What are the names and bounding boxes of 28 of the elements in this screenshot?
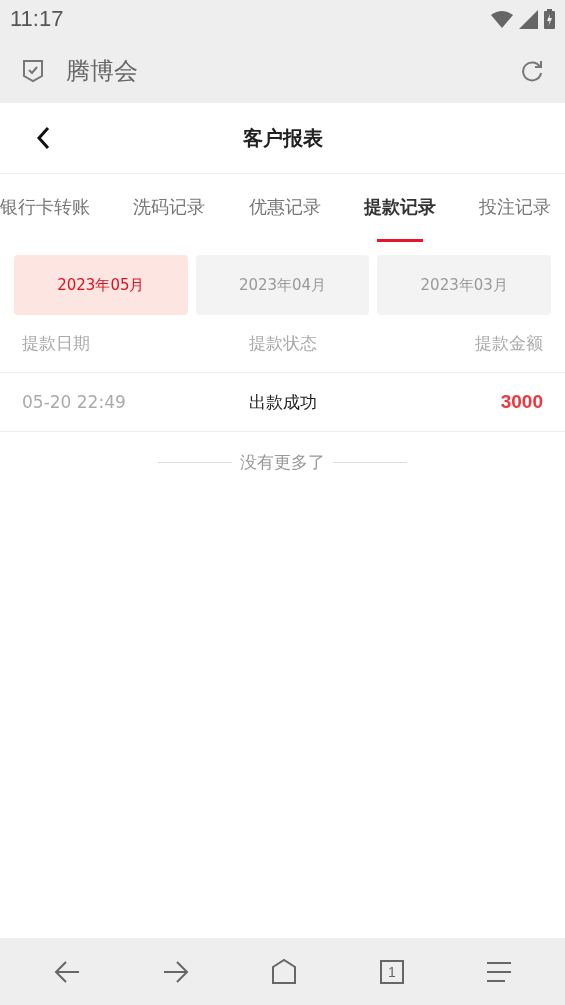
tab[interactable]: 洗码记录: [133, 172, 206, 244]
menu-icon[interactable]: [487, 961, 512, 982]
wifi-icon: [491, 10, 513, 28]
table-cell: 出款成功: [248, 390, 317, 414]
home-icon[interactable]: [272, 959, 297, 984]
back-arrow-icon[interactable]: [53, 959, 80, 984]
tab[interactable]: 银行卡转账: [0, 172, 90, 244]
tab-count-button[interactable]: 1: [379, 959, 404, 984]
table-cell: 05-20 22:49: [22, 392, 126, 412]
back-icon[interactable]: [36, 126, 50, 150]
site-title: 腾博会: [66, 55, 139, 87]
table-cell: 3000: [500, 391, 543, 413]
forward-arrow-icon[interactable]: [163, 959, 190, 984]
tab[interactable]: 优惠记录: [248, 172, 321, 244]
signal-icon: [519, 9, 538, 29]
page-title: 客户报表: [242, 124, 323, 152]
column-header: 提款状态: [248, 332, 317, 355]
month-button[interactable]: 2023年05月: [14, 255, 188, 315]
column-header: 提款金额: [475, 332, 543, 355]
month-button[interactable]: 2023年03月: [377, 255, 551, 315]
tab[interactable]: 提款记录: [363, 172, 436, 244]
battery-icon: [544, 9, 555, 29]
column-header: 提款日期: [22, 332, 90, 355]
end-of-list-text: 没有更多了: [240, 450, 325, 474]
tab[interactable]: 投注记录: [479, 172, 551, 244]
month-button[interactable]: 2023年04月: [195, 255, 370, 315]
shield-icon[interactable]: [22, 58, 44, 83]
clock-time: 11:17: [10, 6, 64, 32]
